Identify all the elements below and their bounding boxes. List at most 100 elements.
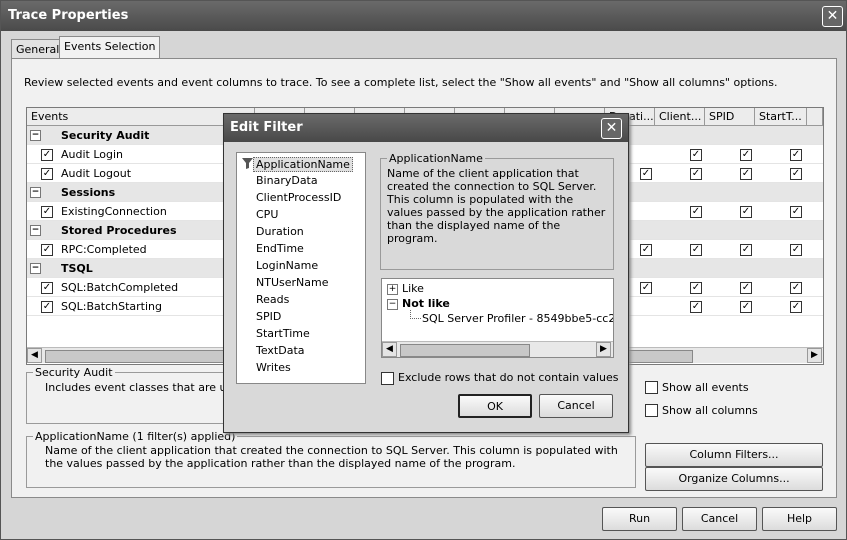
tree-scroll-thumb[interactable] — [400, 344, 530, 357]
event-checkbox[interactable]: ✓ — [41, 168, 53, 180]
column-checkbox[interactable]: ✓ — [690, 206, 702, 218]
column-checkbox[interactable]: ✓ — [790, 149, 802, 161]
cancel-button[interactable]: Cancel — [682, 507, 757, 531]
column-checkbox[interactable]: ✓ — [790, 301, 802, 313]
event-label: SQL:BatchStarting — [61, 300, 162, 313]
filter-column-item[interactable]: EndTime — [256, 242, 304, 255]
minus-icon[interactable]: − — [30, 187, 41, 198]
organize-columns-button[interactable]: Organize Columns... — [645, 467, 823, 491]
dialog-cancel-button[interactable]: Cancel — [539, 394, 613, 418]
show-all-columns-checkbox[interactable] — [645, 404, 658, 417]
tab-general[interactable]: General — [11, 39, 65, 60]
category-label: Sessions — [61, 186, 116, 199]
event-checkbox[interactable]: ✓ — [41, 282, 53, 294]
column-checkbox[interactable]: ✓ — [740, 301, 752, 313]
minus-icon[interactable]: − — [30, 130, 41, 141]
arrow-right-icon[interactable]: ▶ — [807, 348, 822, 363]
column-checkbox[interactable]: ✓ — [640, 282, 652, 294]
trace-properties-window: Trace Properties ✕ General Events Select… — [0, 0, 847, 540]
event-checkbox[interactable]: ✓ — [41, 244, 53, 256]
edit-filter-title: Edit Filter — [230, 120, 303, 135]
filter-column-item[interactable]: Duration — [256, 225, 304, 238]
arrow-right-icon[interactable]: ▶ — [596, 342, 611, 357]
tree-node-not-like[interactable]: Not like — [402, 297, 450, 310]
column-checkbox[interactable]: ✓ — [690, 244, 702, 256]
instructions-text: Review selected events and event columns… — [24, 76, 778, 89]
application-name-description: Name of the client application that crea… — [45, 444, 618, 470]
funnel-icon — [242, 158, 253, 169]
help-button[interactable]: Help — [762, 507, 837, 531]
column-header-client[interactable]: Client... — [655, 108, 705, 126]
minus-icon[interactable]: − — [30, 225, 41, 236]
tree-connector — [410, 310, 421, 319]
edit-filter-title-bar: Edit Filter ✕ — [224, 114, 628, 142]
tree-value-item[interactable]: SQL Server Profiler - 8549bbe5-cc21-4d — [422, 312, 613, 325]
arrow-left-icon[interactable]: ◀ — [27, 348, 42, 363]
column-checkbox[interactable]: ✓ — [740, 244, 752, 256]
column-checkbox[interactable]: ✓ — [640, 244, 652, 256]
filter-columns-list[interactable]: ApplicationName BinaryData ClientProcessID… — [236, 152, 366, 384]
column-checkbox[interactable]: ✓ — [690, 301, 702, 313]
column-header-blank — [807, 108, 823, 126]
column-header-events[interactable]: Events — [27, 108, 255, 126]
application-name-group-title: ApplicationName (1 filter(s) applied) — [33, 430, 238, 443]
column-checkbox[interactable]: ✓ — [740, 168, 752, 180]
category-label: Security Audit — [61, 129, 150, 142]
filter-column-item[interactable]: NTUserName — [256, 276, 328, 289]
filter-column-item[interactable]: ApplicationName — [253, 157, 353, 172]
tree-node-like[interactable]: Like — [402, 282, 424, 295]
exclude-rows-label[interactable]: Exclude rows that do not contain values — [398, 371, 618, 384]
column-checkbox[interactable]: ✓ — [740, 149, 752, 161]
show-all-events-label[interactable]: Show all events — [662, 381, 749, 394]
event-checkbox[interactable]: ✓ — [41, 301, 53, 313]
run-button[interactable]: Run — [602, 507, 677, 531]
filter-column-item[interactable]: LoginName — [256, 259, 318, 272]
column-checkbox[interactable]: ✓ — [790, 168, 802, 180]
column-checkbox[interactable]: ✓ — [740, 206, 752, 218]
filter-column-item[interactable]: BinaryData — [256, 174, 318, 187]
filter-column-item[interactable]: TextData — [256, 344, 305, 357]
column-description-text: Name of the client application that crea… — [387, 167, 606, 245]
window-title: Trace Properties — [8, 8, 129, 23]
filter-column-item[interactable]: SPID — [256, 310, 281, 323]
column-checkbox[interactable]: ✓ — [690, 282, 702, 294]
column-header-starttime[interactable]: StartT... — [755, 108, 807, 126]
show-all-events-checkbox[interactable] — [645, 381, 658, 394]
tree-horizontal-scrollbar[interactable]: ◀ ▶ — [382, 341, 613, 357]
column-description-group: ApplicationName Name of the client appli… — [380, 152, 614, 270]
event-label: ExistingConnection — [61, 205, 167, 218]
event-checkbox[interactable]: ✓ — [41, 206, 53, 218]
minus-icon[interactable]: − — [30, 263, 41, 274]
column-checkbox[interactable]: ✓ — [790, 206, 802, 218]
column-checkbox[interactable]: ✓ — [690, 168, 702, 180]
filter-column-item[interactable]: Reads — [256, 293, 289, 306]
security-audit-group-title: Security Audit — [33, 366, 115, 379]
filter-column-item[interactable]: StartTime — [256, 327, 310, 340]
arrow-left-icon[interactable]: ◀ — [382, 342, 397, 357]
filter-column-item[interactable]: ClientProcessID — [256, 191, 341, 204]
title-bar: Trace Properties ✕ — [1, 1, 846, 31]
close-window-button[interactable]: ✕ — [822, 6, 843, 27]
close-dialog-button[interactable]: ✕ — [601, 118, 622, 139]
application-name-group: ApplicationName (1 filter(s) applied) Na… — [26, 430, 636, 488]
event-label: Audit Login — [61, 148, 124, 161]
edit-filter-dialog: Edit Filter ✕ ApplicationName BinaryData C… — [223, 113, 629, 433]
filter-column-item[interactable]: CPU — [256, 208, 278, 221]
exclude-rows-checkbox[interactable] — [381, 372, 394, 385]
security-audit-description: Includes event classes that are used — [45, 381, 246, 394]
show-all-columns-label[interactable]: Show all columns — [662, 404, 758, 417]
column-header-spid[interactable]: SPID — [705, 108, 755, 126]
column-description-title: ApplicationName — [387, 152, 485, 165]
column-checkbox[interactable]: ✓ — [790, 244, 802, 256]
column-checkbox[interactable]: ✓ — [740, 282, 752, 294]
plus-icon[interactable]: + — [387, 284, 398, 295]
column-filters-button[interactable]: Column Filters... — [645, 443, 823, 467]
minus-icon[interactable]: − — [387, 299, 398, 310]
ok-button[interactable]: OK — [458, 394, 532, 418]
column-checkbox[interactable]: ✓ — [640, 168, 652, 180]
filter-tree[interactable]: + Like − Not like SQL Server Profiler - … — [381, 278, 614, 358]
column-checkbox[interactable]: ✓ — [690, 149, 702, 161]
event-checkbox[interactable]: ✓ — [41, 149, 53, 161]
column-checkbox[interactable]: ✓ — [790, 282, 802, 294]
filter-column-item[interactable]: Writes — [256, 361, 291, 374]
